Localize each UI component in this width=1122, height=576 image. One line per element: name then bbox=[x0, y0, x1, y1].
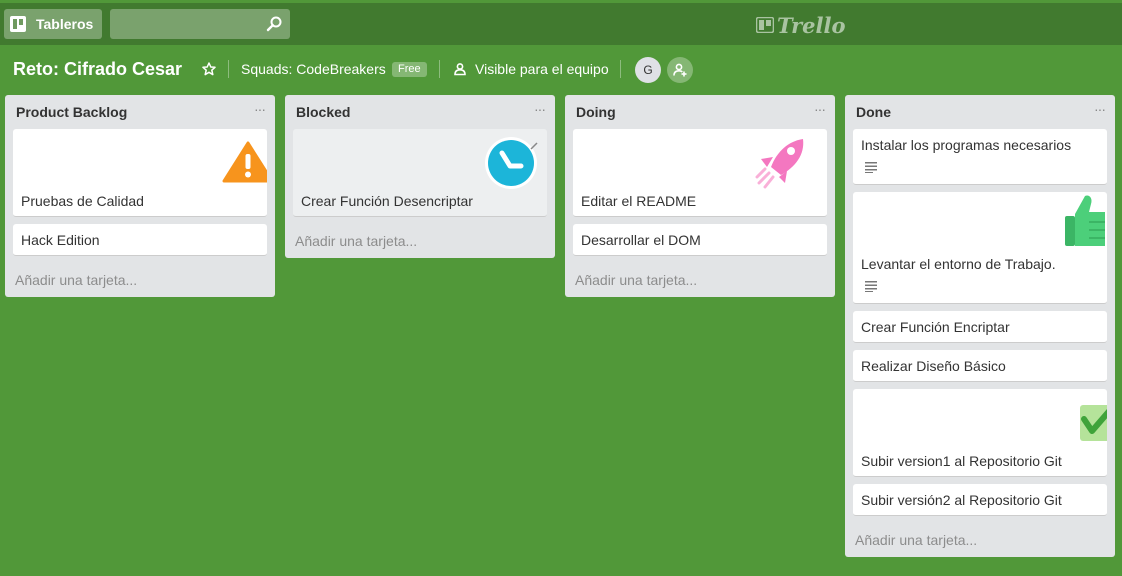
warning-sticker-icon bbox=[219, 138, 267, 186]
add-member-button[interactable] bbox=[667, 57, 693, 83]
boards-label: Tableros bbox=[36, 16, 94, 32]
card[interactable]: Editar el README bbox=[573, 129, 827, 217]
list-doing: Doing ··· Editar el README Desarrollar e… bbox=[565, 95, 835, 297]
card-title: Crear Función Desencriptar bbox=[301, 193, 473, 209]
card[interactable]: Subir versión2 al Repositorio Git bbox=[853, 484, 1107, 516]
member-avatar[interactable]: G bbox=[635, 57, 661, 83]
list-product-backlog: Product Backlog ··· Pruebas de Calidad H… bbox=[5, 95, 275, 297]
add-member-icon bbox=[673, 63, 687, 77]
card[interactable]: Crear Función Encriptar bbox=[853, 311, 1107, 343]
card-title: Pruebas de Calidad bbox=[21, 193, 144, 209]
card-title: Subir versión2 al Repositorio Git bbox=[861, 492, 1062, 508]
card[interactable]: Crear Función Desencriptar bbox=[293, 129, 547, 217]
list-title[interactable]: Product Backlog bbox=[16, 104, 127, 120]
list-title[interactable]: Blocked bbox=[296, 104, 350, 120]
description-icon bbox=[865, 281, 877, 292]
card[interactable]: Pruebas de Calidad bbox=[13, 129, 267, 217]
top-header: Tableros Trello bbox=[0, 3, 1122, 45]
team-visibility-icon bbox=[454, 63, 466, 76]
card[interactable]: Hack Edition bbox=[13, 224, 267, 256]
card[interactable]: Subir version1 al Repositorio Git bbox=[853, 389, 1107, 477]
card[interactable]: Desarrollar el DOM bbox=[573, 224, 827, 256]
board-title[interactable]: Reto: Cifrado Cesar bbox=[13, 59, 182, 80]
card[interactable]: Realizar Diseño Básico bbox=[853, 350, 1107, 382]
boards-icon bbox=[10, 16, 26, 32]
card-title: Crear Función Encriptar bbox=[861, 319, 1010, 335]
clock-sticker-icon bbox=[485, 137, 538, 189]
card-title: Subir version1 al Repositorio Git bbox=[861, 453, 1062, 469]
visibility-button[interactable]: Visible para el equipo bbox=[453, 61, 609, 77]
logo-text: Trello bbox=[777, 12, 846, 38]
description-icon bbox=[865, 162, 877, 173]
rocket-sticker-icon bbox=[755, 136, 807, 189]
add-card-link[interactable]: Añadir una tarjeta... bbox=[295, 233, 417, 249]
visibility-label: Visible para el equipo bbox=[475, 61, 609, 77]
add-card-link[interactable]: Añadir una tarjeta... bbox=[15, 272, 137, 288]
add-card-link[interactable]: Añadir una tarjeta... bbox=[855, 532, 977, 548]
card[interactable]: Instalar los programas necesarios bbox=[853, 129, 1107, 185]
list-title[interactable]: Done bbox=[856, 104, 891, 120]
thumbs-up-sticker-icon bbox=[1065, 192, 1107, 249]
team-name[interactable]: Squads: CodeBreakers bbox=[241, 61, 386, 77]
list-done: Done ··· Instalar los programas necesari… bbox=[845, 95, 1115, 557]
header-divider bbox=[439, 60, 440, 78]
header-divider bbox=[228, 60, 229, 78]
list-menu-icon[interactable]: ··· bbox=[1094, 101, 1106, 117]
list-title[interactable]: Doing bbox=[576, 104, 616, 120]
list-menu-icon[interactable]: ··· bbox=[534, 101, 546, 117]
check-sticker-icon bbox=[1078, 403, 1107, 443]
card[interactable]: Levantar el entorno de Trabajo. bbox=[853, 192, 1107, 304]
search-input[interactable] bbox=[110, 9, 290, 39]
card-title: Instalar los programas necesarios bbox=[861, 137, 1072, 153]
card-title: Editar el README bbox=[581, 193, 697, 209]
list-blocked: Blocked ··· Crear Función Desencriptar A… bbox=[285, 95, 555, 258]
list-menu-icon[interactable]: ··· bbox=[254, 101, 266, 117]
card-title: Hack Edition bbox=[21, 232, 100, 248]
add-card-link[interactable]: Añadir una tarjeta... bbox=[575, 272, 697, 288]
card-title: Realizar Diseño Básico bbox=[861, 358, 1006, 374]
card-title: Desarrollar el DOM bbox=[581, 232, 701, 248]
boards-button[interactable]: Tableros bbox=[4, 9, 102, 39]
trello-logo-icon bbox=[756, 17, 774, 33]
list-menu-icon[interactable]: ··· bbox=[814, 101, 826, 117]
star-icon[interactable] bbox=[202, 62, 216, 76]
card-title: Levantar el entorno de Trabajo. bbox=[861, 256, 1056, 272]
trello-logo[interactable]: Trello bbox=[756, 12, 846, 38]
search-icon[interactable] bbox=[266, 16, 282, 32]
plan-badge: Free bbox=[392, 62, 427, 77]
header-divider bbox=[620, 60, 621, 78]
